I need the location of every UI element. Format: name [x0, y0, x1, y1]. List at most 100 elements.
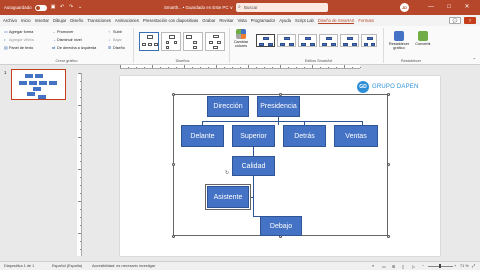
move-down-button[interactable]: ↓ Bajar [108, 37, 122, 43]
demote-button[interactable]: → Disminuir nivel [52, 37, 82, 43]
tab-programador[interactable]: Programador [251, 18, 275, 23]
zoom-slider-thumb[interactable] [439, 264, 441, 268]
save-icon[interactable]: ▣ [51, 5, 56, 10]
tab-ayuda[interactable]: Ayuda [279, 18, 291, 23]
bullet-icon: • [4, 37, 6, 42]
fit-slide-icon[interactable]: ⤢ [472, 264, 475, 268]
org-box-presidencia[interactable]: Presidencia [257, 96, 300, 117]
reset-graphic-icon [394, 31, 404, 41]
org-box-superior[interactable]: Superior [232, 125, 275, 147]
text-pane-icon: ▤ [4, 45, 8, 50]
tab-insertar[interactable]: Insertar [35, 18, 49, 23]
zoom-in-icon[interactable]: + [454, 264, 456, 268]
share-button[interactable]: ⇪ [464, 17, 476, 24]
move-up-button[interactable]: ↑ Subir [108, 30, 122, 35]
comments-button[interactable]: 💬 [449, 17, 461, 24]
org-box-calidad[interactable]: Calidad [232, 156, 275, 176]
undo-icon[interactable]: ↶ [60, 5, 65, 10]
change-colors-button[interactable]: Cambiar colores [230, 29, 252, 57]
search-box[interactable]: ⌕ Buscar [236, 3, 328, 12]
zoom-slider[interactable] [428, 266, 453, 267]
normal-view-icon[interactable]: ▭ [382, 264, 386, 269]
resize-handle-r[interactable] [386, 163, 390, 166]
style-thumb-2[interactable] [277, 34, 296, 47]
slideshow-icon[interactable]: ▷ [412, 264, 415, 269]
zoom-level[interactable]: 71 % [460, 264, 469, 268]
resize-handle-br[interactable] [386, 234, 390, 238]
style-thumb-1[interactable] [256, 34, 275, 47]
autosave-toggle[interactable] [34, 4, 47, 11]
tab-dibujar[interactable]: Dibujar [53, 18, 66, 23]
tab-diseno-smartart[interactable]: Diseño de SmartArt [317, 18, 355, 24]
tab-revisar[interactable]: Revisar [219, 18, 233, 23]
text-pane-button[interactable]: ▤ Panel de texto [4, 45, 33, 51]
org-box-delante[interactable]: Delante [181, 125, 224, 147]
tab-vista[interactable]: Vista [238, 18, 247, 23]
tab-archivo[interactable]: Archivo [3, 18, 17, 23]
connector [202, 121, 363, 122]
org-layout-icon: ⊞ [108, 45, 112, 50]
redo-icon[interactable]: ↷ [69, 5, 74, 10]
maximize-button[interactable]: □ [442, 2, 456, 12]
resize-handle-tr[interactable] [386, 92, 390, 96]
tab-script-lab[interactable]: Script Lab [295, 18, 314, 23]
slide-sorter-icon[interactable]: ⊞ [392, 264, 395, 269]
tab-diseno[interactable]: Diseño [70, 18, 83, 23]
org-box-ventas[interactable]: Ventas [334, 125, 378, 147]
tab-presentacion[interactable]: Presentación con diapositivas [143, 18, 198, 23]
resize-handle-tl[interactable] [171, 92, 175, 96]
resize-handle-l[interactable] [171, 163, 175, 166]
layout-thumb-1[interactable] [139, 32, 159, 51]
minimize-button[interactable]: — [424, 2, 438, 12]
layout-thumb-2[interactable] [161, 32, 181, 51]
colors-icon [236, 29, 246, 39]
group-title-estilos: Estilos SmartArt [304, 59, 333, 63]
layout-thumb-3[interactable] [183, 32, 203, 51]
style-thumb-4[interactable] [319, 34, 338, 47]
collapse-ribbon-icon[interactable]: ⌃ [473, 57, 476, 62]
group-estilos: Estilos SmartArt [254, 28, 384, 63]
avatar[interactable]: JD [400, 3, 409, 12]
close-button[interactable]: ✕ [460, 2, 474, 12]
connector [251, 197, 254, 198]
layout-thumb-4[interactable] [205, 32, 225, 51]
zoom-out-icon[interactable]: − [422, 264, 424, 268]
connector [253, 147, 254, 156]
style-thumb-5[interactable] [340, 34, 359, 47]
convert-button[interactable]: Convertir [412, 31, 434, 59]
add-bullet-button[interactable]: • Agregar viñeta [4, 37, 34, 43]
group-title-disenos: Diseños [175, 59, 190, 63]
reset-graphic-button[interactable]: Restablecer gráfico [388, 31, 410, 59]
right-to-left-button[interactable]: ⇄ De derecha a izquierda [52, 45, 96, 51]
logo-text: GRUPO DAPEN [372, 84, 419, 90]
accessibility-status[interactable]: Accesibilidad: es necesario investigar [92, 264, 155, 268]
org-box-debajo[interactable]: Debajo [260, 216, 302, 236]
reading-view-icon[interactable]: ▯ [402, 264, 404, 269]
style-thumb-6[interactable] [361, 34, 377, 47]
notes-icon[interactable]: ≡ [372, 264, 374, 268]
rotate-handle-icon[interactable]: ↻ [225, 170, 229, 176]
tab-inicio[interactable]: Inicio [21, 18, 31, 23]
status-bar: Diapositiva 1 de 1 Español (España) Acce… [0, 261, 480, 270]
add-shape-button[interactable]: ▭ Agregar forma [4, 30, 33, 35]
slide-number: 1 [4, 70, 7, 75]
org-box-detras[interactable]: Detrás [283, 125, 326, 147]
slide-thumbnail-1[interactable] [11, 69, 66, 100]
tab-animaciones[interactable]: Animaciones [115, 18, 139, 23]
layout-button[interactable]: ⊞ Diseño [108, 45, 125, 51]
style-thumb-3[interactable] [298, 34, 317, 47]
arrow-down-icon: ↓ [108, 37, 110, 42]
tab-formato[interactable]: Formato [358, 18, 374, 23]
document-title[interactable]: Smartlr... • Guardado en Este PC ∨ [164, 5, 233, 11]
org-box-asistente[interactable]: Asistente [205, 184, 251, 210]
customize-qat-icon[interactable]: ⌄ [78, 5, 83, 10]
arrow-right-icon: → [52, 37, 56, 42]
org-box-direccion[interactable]: Dirección [207, 96, 249, 117]
tab-transiciones[interactable]: Transiciones [87, 18, 111, 23]
arrow-left-icon: ← [52, 29, 56, 34]
language-status[interactable]: Español (España) [52, 264, 82, 268]
right-to-left-icon: ⇄ [52, 45, 56, 50]
tab-grabar[interactable]: Grabar [202, 18, 215, 23]
promote-button[interactable]: ← Promover [52, 29, 73, 35]
resize-handle-bl[interactable] [171, 234, 175, 238]
